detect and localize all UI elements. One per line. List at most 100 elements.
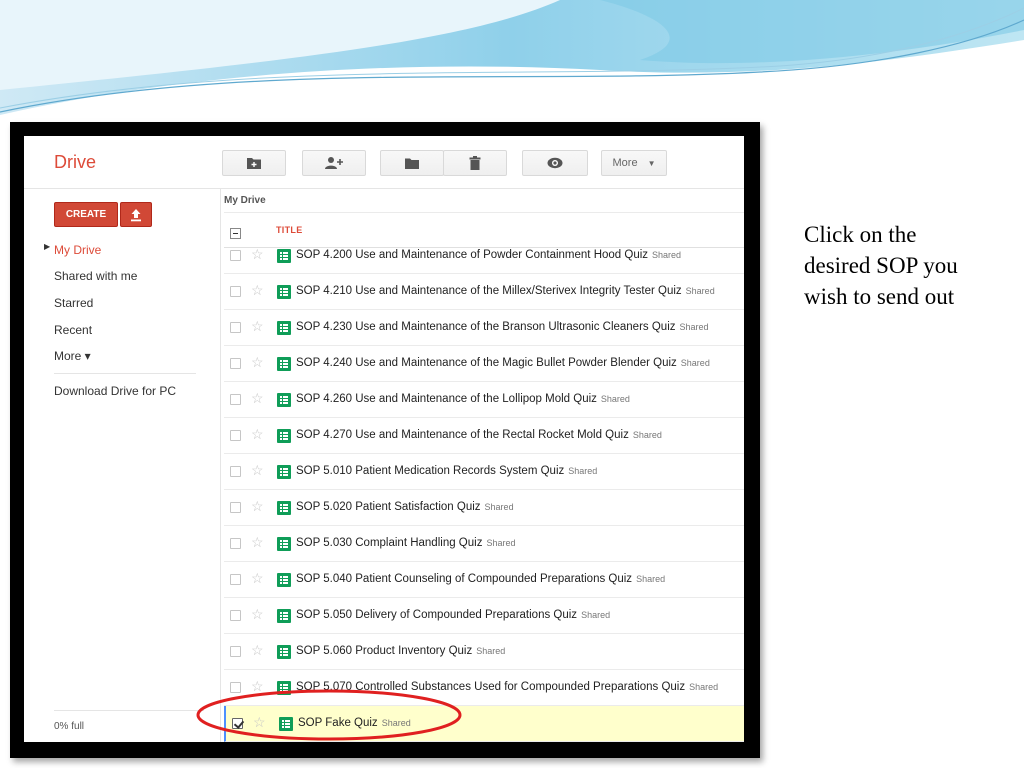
file-row[interactable]: ☆ SOP 5.010 Patient Medication Records Sy… <box>224 454 744 490</box>
drive-window: Drive More ▼ CREATE ▶ My Drive Shared wi… <box>24 136 744 742</box>
breadcrumb-divider <box>224 212 744 213</box>
drive-logo[interactable]: Drive <box>54 152 96 173</box>
caption-line-1: Click on the <box>804 222 917 247</box>
file-list: ☆ SOP 4.200 Use and Maintenance of Powder… <box>224 238 744 742</box>
file-row[interactable]: ☆ SOP 5.040 Patient Counseling of Compoun… <box>224 562 744 598</box>
sidebar-item-download-drive[interactable]: Download Drive for PC <box>54 384 176 398</box>
star-icon[interactable]: ☆ <box>251 390 264 406</box>
file-name[interactable]: SOP 4.260 Use and Maintenance of the Lol… <box>296 393 630 405</box>
upload-button[interactable] <box>120 202 152 227</box>
form-file-icon <box>277 285 291 299</box>
file-row[interactable]: ☆ SOP 4.240 Use and Maintenance of the Ma… <box>224 346 744 382</box>
shared-badge: Shared <box>685 286 715 296</box>
shared-badge: Shared <box>680 358 710 368</box>
preview-button[interactable] <box>522 150 588 176</box>
file-row[interactable]: ☆ SOP 5.050 Delivery of Compounded Prepar… <box>224 598 744 634</box>
row-checkbox[interactable] <box>230 610 241 621</box>
star-icon[interactable]: ☆ <box>251 570 264 586</box>
row-checkbox[interactable] <box>230 358 241 369</box>
file-name-text: SOP 4.200 Use and Maintenance of Powder … <box>296 249 649 261</box>
star-icon[interactable]: ☆ <box>251 246 264 262</box>
storage-usage: 0% full <box>54 721 85 732</box>
sidebar-item-my-drive[interactable]: My Drive <box>54 243 101 257</box>
form-file-icon <box>277 645 291 659</box>
file-row[interactable]: ☆ SOP 4.210 Use and Maintenance of the Mi… <box>224 274 744 310</box>
file-row[interactable]: ☆ SOP 4.230 Use and Maintenance of the Br… <box>224 310 744 346</box>
new-folder-icon <box>247 158 261 169</box>
storage-divider <box>54 710 204 711</box>
folder-icon <box>405 158 419 169</box>
shared-badge: Shared <box>568 466 598 476</box>
sidebar-main-divider <box>220 189 221 742</box>
file-name[interactable]: SOP 4.210 Use and Maintenance of the Mil… <box>296 285 715 297</box>
file-row[interactable]: ☆ SOP 5.030 Complaint Handling Quiz Shared <box>224 526 744 562</box>
delete-button[interactable] <box>443 150 507 176</box>
shared-badge: Shared <box>632 430 662 440</box>
shared-badge: Shared <box>476 646 506 656</box>
file-name-text: SOP 5.060 Product Inventory Quiz <box>296 645 473 657</box>
file-name[interactable]: SOP 5.010 Patient Medication Records Sys… <box>296 465 597 477</box>
file-name[interactable]: SOP 5.060 Product Inventory Quiz Shared <box>296 645 505 657</box>
row-checkbox[interactable] <box>230 322 241 333</box>
file-name[interactable]: SOP 5.050 Delivery of Compounded Prepara… <box>296 609 610 621</box>
star-icon[interactable]: ☆ <box>251 498 264 514</box>
row-checkbox[interactable] <box>230 466 241 477</box>
star-icon[interactable]: ☆ <box>251 282 264 298</box>
star-icon[interactable]: ☆ <box>251 642 264 658</box>
form-file-icon <box>277 501 291 515</box>
expand-arrow-icon[interactable]: ▶ <box>44 242 50 251</box>
star-icon[interactable]: ☆ <box>251 606 264 622</box>
create-button[interactable]: CREATE <box>54 202 118 227</box>
star-icon[interactable]: ☆ <box>251 318 264 334</box>
sidebar-item-recent[interactable]: Recent <box>54 323 92 337</box>
form-file-icon <box>277 537 291 551</box>
file-row[interactable]: ☆ SOP 4.260 Use and Maintenance of the Lo… <box>224 382 744 418</box>
star-icon[interactable]: ☆ <box>251 426 264 442</box>
file-row[interactable]: ☆ SOP 5.060 Product Inventory Quiz Shared <box>224 634 744 670</box>
header-divider <box>24 188 744 189</box>
file-name[interactable]: SOP 4.240 Use and Maintenance of the Mag… <box>296 357 710 369</box>
file-name-text: SOP 4.210 Use and Maintenance of the Mil… <box>296 285 682 297</box>
shared-badge: Shared <box>581 610 611 620</box>
sidebar-item-more[interactable]: More ▾ <box>54 349 91 363</box>
title-column-header[interactable]: TITLE <box>276 225 303 235</box>
row-checkbox[interactable] <box>230 250 241 261</box>
file-row[interactable]: ☆ SOP 5.020 Patient Satisfaction Quiz Shar… <box>224 490 744 526</box>
row-checkbox[interactable] <box>230 286 241 297</box>
caption-line-2: desired SOP you <box>804 253 958 278</box>
move-to-folder-button[interactable] <box>380 150 444 176</box>
shared-badge: Shared <box>679 322 709 332</box>
breadcrumb[interactable]: My Drive <box>224 195 266 206</box>
file-name[interactable]: SOP 4.270 Use and Maintenance of the Rec… <box>296 429 662 441</box>
star-icon[interactable]: ☆ <box>251 354 264 370</box>
file-name[interactable]: SOP 5.020 Patient Satisfaction Quiz Share… <box>296 501 514 513</box>
form-file-icon <box>277 573 291 587</box>
sidebar-item-starred[interactable]: Starred <box>54 296 93 310</box>
file-name-text: SOP 5.020 Patient Satisfaction Quiz <box>296 501 481 513</box>
share-button[interactable] <box>302 150 366 176</box>
file-row[interactable]: ☆ SOP 4.200 Use and Maintenance of Powder… <box>224 238 744 274</box>
star-icon[interactable]: ☆ <box>251 534 264 550</box>
file-name[interactable]: SOP 5.030 Complaint Handling Quiz Shared <box>296 537 515 549</box>
row-checkbox[interactable] <box>230 574 241 585</box>
form-file-icon <box>277 609 291 623</box>
sidebar-item-shared-with-me[interactable]: Shared with me <box>54 269 137 283</box>
row-checkbox[interactable] <box>230 538 241 549</box>
file-row[interactable]: ☆ SOP 4.270 Use and Maintenance of the Re… <box>224 418 744 454</box>
row-checkbox[interactable] <box>230 502 241 513</box>
row-checkbox[interactable] <box>230 430 241 441</box>
row-checkbox[interactable] <box>230 646 241 657</box>
upload-icon <box>131 208 141 221</box>
star-icon[interactable]: ☆ <box>251 462 264 478</box>
row-checkbox[interactable] <box>230 394 241 405</box>
shared-badge: Shared <box>484 502 514 512</box>
shared-badge: Shared <box>689 682 719 692</box>
more-button[interactable]: More ▼ <box>601 150 667 176</box>
new-folder-button[interactable] <box>222 150 286 176</box>
chevron-down-icon: ▼ <box>647 158 656 168</box>
file-name[interactable]: SOP 4.230 Use and Maintenance of the Bra… <box>296 321 709 333</box>
file-name[interactable]: SOP 4.200 Use and Maintenance of Powder … <box>296 249 681 261</box>
file-name-text: SOP 5.030 Complaint Handling Quiz <box>296 537 483 549</box>
eye-icon <box>547 157 563 169</box>
file-name[interactable]: SOP 5.040 Patient Counseling of Compound… <box>296 573 665 585</box>
